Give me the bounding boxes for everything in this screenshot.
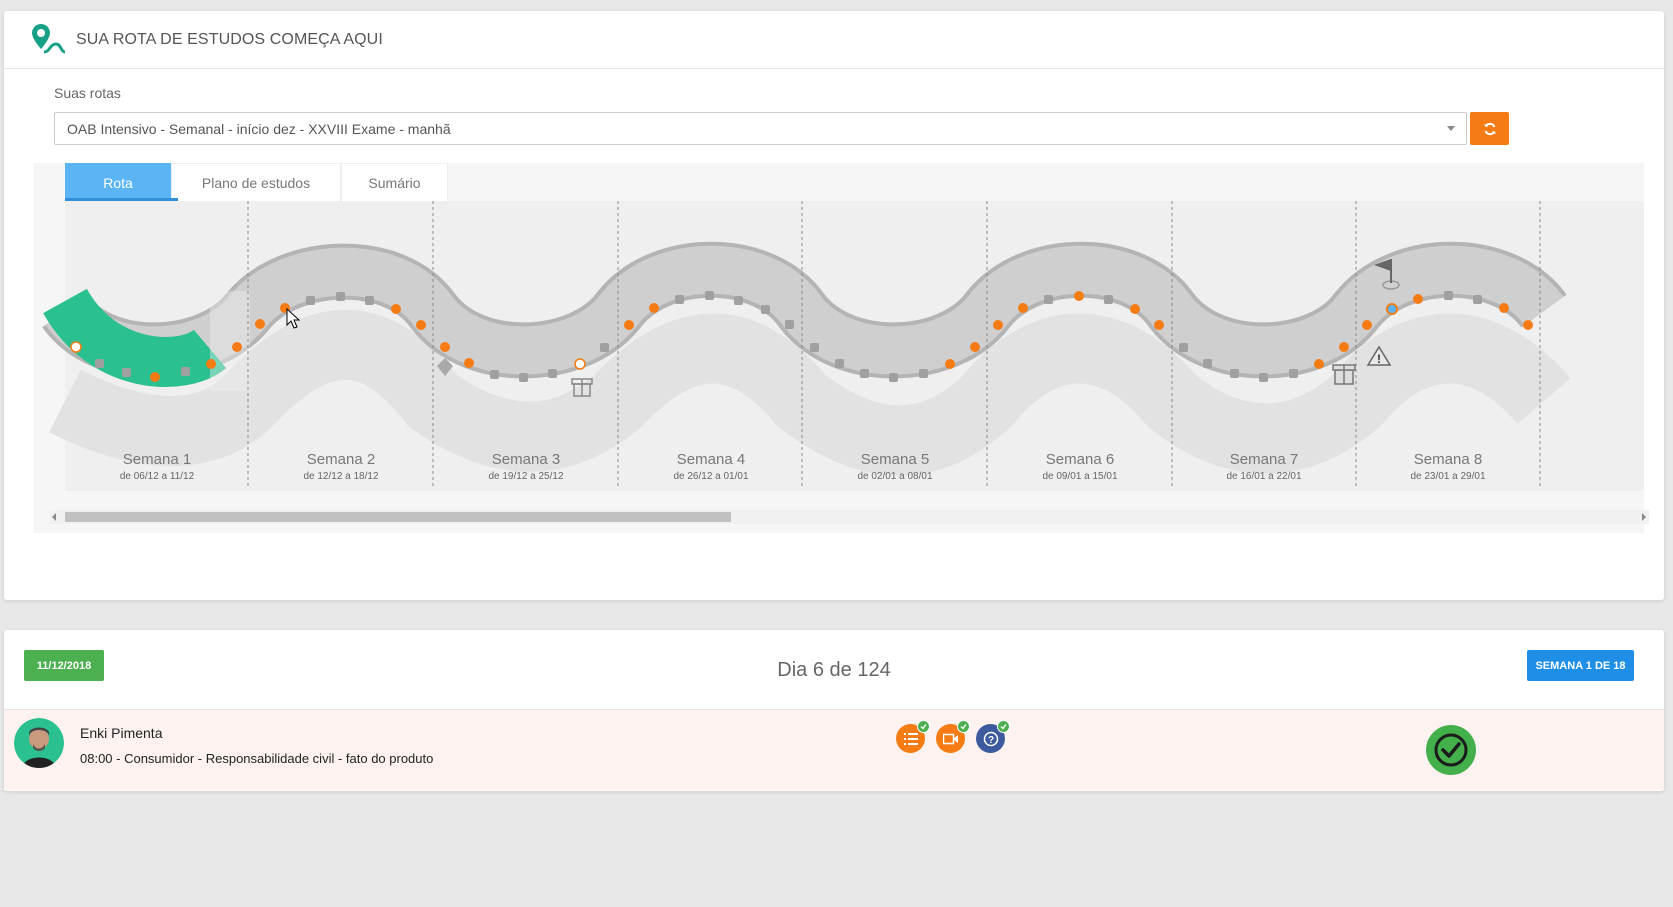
- scroll-thumb[interactable]: [65, 512, 731, 522]
- week-range: de 09/01 a 15/01: [1042, 471, 1118, 482]
- tab-rota[interactable]: Rota: [65, 163, 171, 201]
- week-label: Semana 4: [677, 451, 745, 468]
- route-map: Rota Plano de estudos Sumário ! Semana 1…: [34, 163, 1644, 533]
- scroll-left-arrow-icon[interactable]: [52, 513, 56, 521]
- video-icon[interactable]: [936, 720, 970, 753]
- scroll-right-arrow-icon[interactable]: [1642, 513, 1646, 521]
- list-icon[interactable]: [896, 720, 930, 753]
- avatar: [14, 718, 64, 768]
- route-select[interactable]: OAB Intensivo - Semanal - início dez - X…: [54, 112, 1467, 145]
- gift-icon-week7[interactable]: [1332, 364, 1356, 385]
- chevron-down-icon: [1447, 126, 1455, 131]
- week-label: Semana 7: [1230, 451, 1298, 468]
- week-label: Semana 6: [1046, 451, 1114, 468]
- svg-text:?: ?: [987, 735, 993, 746]
- refresh-icon: [1483, 122, 1496, 135]
- week-label: Semana 5: [861, 451, 929, 468]
- question-icon[interactable]: ?: [976, 720, 1010, 753]
- panel-header: SUA ROTA DE ESTUDOS COMEÇA AQUI: [4, 11, 1664, 69]
- week-label: Semana 2: [307, 451, 375, 468]
- tab-sumario[interactable]: Sumário: [341, 163, 448, 201]
- week-range: de 19/12 a 25/12: [488, 471, 564, 482]
- week-label: Semana 1: [123, 451, 191, 468]
- route-track: ! Semana 1 de 06/12 a 11/12 Semana 2 de …: [42, 201, 1644, 491]
- svg-text:!: !: [1377, 352, 1381, 366]
- task-row[interactable]: Enki Pimenta 08:00 - Consumidor - Respon…: [4, 710, 1664, 790]
- week-range: de 02/01 a 08/01: [857, 471, 933, 482]
- refresh-button[interactable]: [1470, 112, 1509, 145]
- check-icon: [997, 720, 1010, 733]
- completed-check-button[interactable]: [1426, 725, 1476, 775]
- check-icon: [957, 720, 970, 733]
- week-range: de 06/12 a 11/12: [120, 471, 195, 482]
- week-range: de 16/01 a 22/01: [1226, 471, 1302, 482]
- week-label: Semana 3: [492, 451, 560, 468]
- route-select-value: OAB Intensivo - Semanal - início dez - X…: [67, 120, 451, 137]
- week-range: de 12/12 a 18/12: [303, 471, 379, 482]
- day-panel: 11/12/2018 Dia 6 de 124 SEMANA 1 DE 18 E…: [4, 630, 1664, 791]
- teacher-name: Enki Pimenta: [80, 725, 163, 741]
- horizontal-scrollbar[interactable]: [49, 510, 1649, 524]
- week-badge: SEMANA 1 DE 18: [1527, 650, 1634, 681]
- week-range: de 23/01 a 29/01: [1410, 471, 1486, 482]
- check-circle-icon: [1434, 733, 1468, 767]
- day-title: Dia 6 de 124: [777, 659, 891, 681]
- page-title: SUA ROTA DE ESTUDOS COMEÇA AQUI: [76, 30, 383, 48]
- day-header: 11/12/2018 Dia 6 de 124 SEMANA 1 DE 18: [4, 630, 1664, 710]
- check-icon: [917, 720, 930, 733]
- week-range: de 26/12 a 01/01: [673, 471, 749, 482]
- route-logo-icon: [32, 23, 66, 53]
- routes-label: Suas rotas: [54, 85, 121, 101]
- progress-cutoff: [210, 291, 250, 391]
- task-description: 08:00 - Consumidor - Responsabilidade ci…: [80, 751, 434, 766]
- week-label: Semana 8: [1414, 451, 1482, 468]
- route-panel: SUA ROTA DE ESTUDOS COMEÇA AQUI Suas rot…: [4, 11, 1664, 600]
- tabs: Rota Plano de estudos Sumário: [65, 163, 448, 201]
- tab-plano-de-estudos[interactable]: Plano de estudos: [171, 163, 341, 201]
